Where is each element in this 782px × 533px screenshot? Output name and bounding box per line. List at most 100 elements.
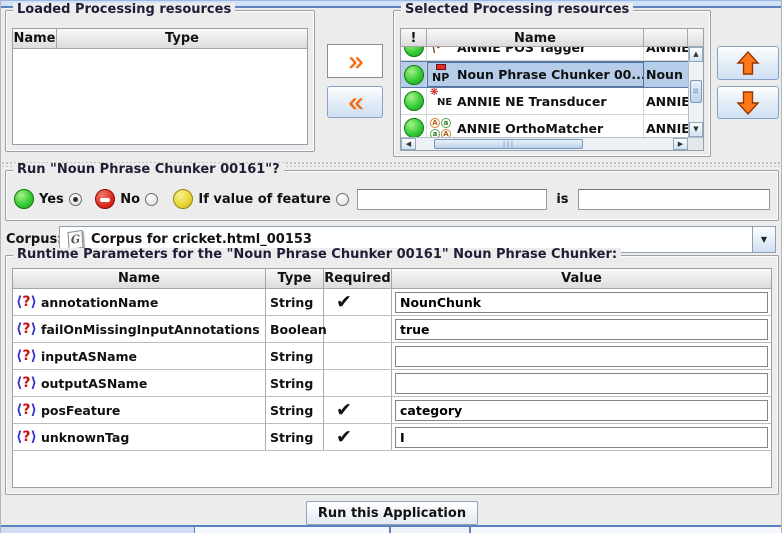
param-type: String — [266, 424, 324, 450]
param-row-unknownTag[interactable]: ⟨?⟩ unknownTag String ✔ — [13, 424, 771, 451]
orthomatcher-icon: A a a A — [430, 117, 452, 137]
col-header-type[interactable]: Type — [57, 29, 307, 48]
move-down-button[interactable] — [717, 86, 779, 119]
scroll-up-icon[interactable]: ▲ — [689, 47, 703, 62]
status-led-green-icon — [403, 91, 424, 111]
param-name: failOnMissingInputAnnotations — [40, 321, 260, 337]
run-no-radio[interactable] — [145, 192, 159, 206]
table-row-pos-tagger[interactable]: ANNIE POS Tagger ANNIE — [401, 47, 688, 61]
param-value-field[interactable] — [395, 318, 768, 340]
run-panel-title: Run "Noun Phrase Chunker 00161"? — [13, 163, 284, 177]
required-check-icon: ✔ — [324, 424, 392, 450]
horizontal-scroll-track[interactable]: ||| — [416, 138, 673, 150]
scroll-left-icon[interactable]: ◀ — [401, 138, 416, 150]
status-led-green-icon — [403, 118, 424, 137]
run-options-panel: Run "Noun Phrase Chunker 00161"? Yes No … — [5, 163, 779, 221]
parameter-icon: ⟨?⟩ — [16, 375, 37, 391]
up-arrow-icon — [736, 50, 760, 75]
param-type: String — [266, 343, 324, 369]
table-row-orthomatcher[interactable]: A a a A ANNIE OrthoMatcher ANNIE — [401, 115, 688, 137]
col-header-value[interactable]: Value — [392, 269, 771, 288]
feature-value-field[interactable] — [577, 188, 770, 210]
loaded-table-body[interactable] — [13, 49, 307, 144]
selected-table-body: ANNIE POS Tagger ANNIE NP Noun Phrase Ch… — [401, 47, 688, 137]
ne-transducer-icon: ❋ NE — [430, 88, 453, 108]
corpus-label: Corpus: — [6, 232, 63, 247]
scroll-right-icon[interactable]: ▶ — [673, 138, 688, 150]
col-header-name[interactable]: Name — [427, 29, 644, 46]
parameter-icon: ⟨?⟩ — [16, 402, 37, 418]
table-row-noun-phrase-chunker[interactable]: NP Noun Phrase Chunker 00... Noun — [401, 61, 688, 88]
run-yes-radio[interactable] — [68, 192, 82, 206]
run-application-button[interactable]: Run this Application — [306, 501, 478, 525]
down-arrow-icon — [736, 90, 760, 115]
param-type: String — [266, 289, 324, 315]
param-name: inputASName — [40, 348, 138, 364]
run-no-label: No — [120, 191, 141, 207]
pos-tagger-icon — [430, 47, 452, 58]
required-check-icon — [324, 316, 392, 342]
param-value-field[interactable] — [395, 426, 768, 448]
resource-type: ANNIE — [646, 93, 688, 109]
remove-resource-button[interactable]: « — [327, 86, 383, 118]
vertical-scroll-thumb[interactable]: ≡ — [690, 80, 702, 103]
run-conditional-radio[interactable] — [335, 192, 349, 206]
status-led-green-icon — [403, 47, 424, 57]
add-resource-button[interactable]: » — [327, 44, 383, 78]
bottom-segment — [194, 527, 390, 533]
combobox-dropdown-icon[interactable]: ▼ — [752, 227, 775, 252]
double-left-chevron-icon: « — [348, 87, 363, 117]
loaded-panel-title: Loaded Processing resources — [13, 3, 236, 17]
resource-name: Noun Phrase Chunker 00... — [457, 67, 644, 82]
run-yes-led-icon — [14, 189, 34, 209]
run-options-row: Yes No If value of feature is — [14, 187, 770, 211]
corpus-selected-value: Corpus for cricket.html_00153 — [91, 232, 312, 247]
horizontal-scrollbar[interactable]: ◀ ||| ▶ — [401, 137, 688, 150]
col-header-name[interactable]: Name — [13, 269, 266, 288]
status-led-green-icon — [403, 64, 424, 85]
scroll-down-icon[interactable]: ▼ — [689, 122, 703, 137]
bottom-segment — [390, 527, 470, 533]
feature-name-field[interactable] — [356, 188, 548, 210]
parameter-icon: ⟨?⟩ — [16, 321, 37, 337]
param-type: Boolean — [266, 316, 327, 342]
move-up-button[interactable] — [717, 46, 779, 80]
run-conditional-led-icon — [173, 189, 194, 209]
resource-type: Noun — [646, 67, 683, 82]
col-header-name[interactable]: Name — [13, 29, 57, 48]
param-name: annotationName — [40, 294, 159, 310]
required-check-icon: ✔ — [324, 289, 392, 315]
vertical-scroll-track[interactable]: ≡ — [689, 62, 703, 122]
table-row-ne-transducer[interactable]: ❋ NE ANNIE NE Transducer ANNIE — [401, 88, 688, 115]
loaded-table-header: Name Type — [13, 29, 307, 49]
resource-name: ANNIE OrthoMatcher — [457, 120, 604, 136]
param-value-field[interactable] — [395, 291, 768, 313]
table-empty-area — [13, 451, 771, 487]
param-row-posFeature[interactable]: ⟨?⟩ posFeature String ✔ — [13, 397, 771, 424]
vertical-scrollbar[interactable]: ▲ ≡ ▼ — [688, 47, 703, 137]
runtime-parameters-panel: Runtime Parameters for the "Noun Phrase … — [5, 248, 779, 495]
required-check-icon — [324, 370, 392, 396]
col-header-type[interactable] — [644, 29, 688, 46]
col-header-bang[interactable]: ! — [401, 29, 427, 46]
param-row-annotationName[interactable]: ⟨?⟩ annotationName String ✔ — [13, 289, 771, 316]
col-header-type[interactable]: Type — [266, 269, 324, 288]
param-row-failOnMissingInputAnnotations[interactable]: ⟨?⟩ failOnMissingInputAnnotations Boolea… — [13, 316, 771, 343]
application-runtime-panel: Loaded Processing resources Name Type » … — [0, 0, 782, 533]
param-row-outputASName[interactable]: ⟨?⟩ outputASName String — [13, 370, 771, 397]
scrollbar-corner — [688, 137, 703, 150]
parameters-table-header: Name Type Required Value — [13, 269, 771, 289]
param-value-field[interactable] — [395, 372, 768, 394]
loaded-resources-panel: Loaded Processing resources Name Type — [5, 3, 315, 152]
param-value-field[interactable] — [395, 345, 768, 367]
param-value-field[interactable] — [395, 399, 768, 421]
param-row-inputASName[interactable]: ⟨?⟩ inputASName String — [13, 343, 771, 370]
bottom-segment — [470, 527, 781, 533]
parameter-icon: ⟨?⟩ — [16, 429, 37, 445]
run-no-led-icon — [95, 189, 116, 209]
required-check-icon: ✔ — [324, 397, 392, 423]
resource-name: ANNIE NE Transducer — [457, 93, 607, 109]
required-check-icon — [324, 343, 392, 369]
col-header-required[interactable]: Required — [324, 269, 392, 288]
horizontal-scroll-thumb[interactable]: ||| — [433, 139, 584, 149]
